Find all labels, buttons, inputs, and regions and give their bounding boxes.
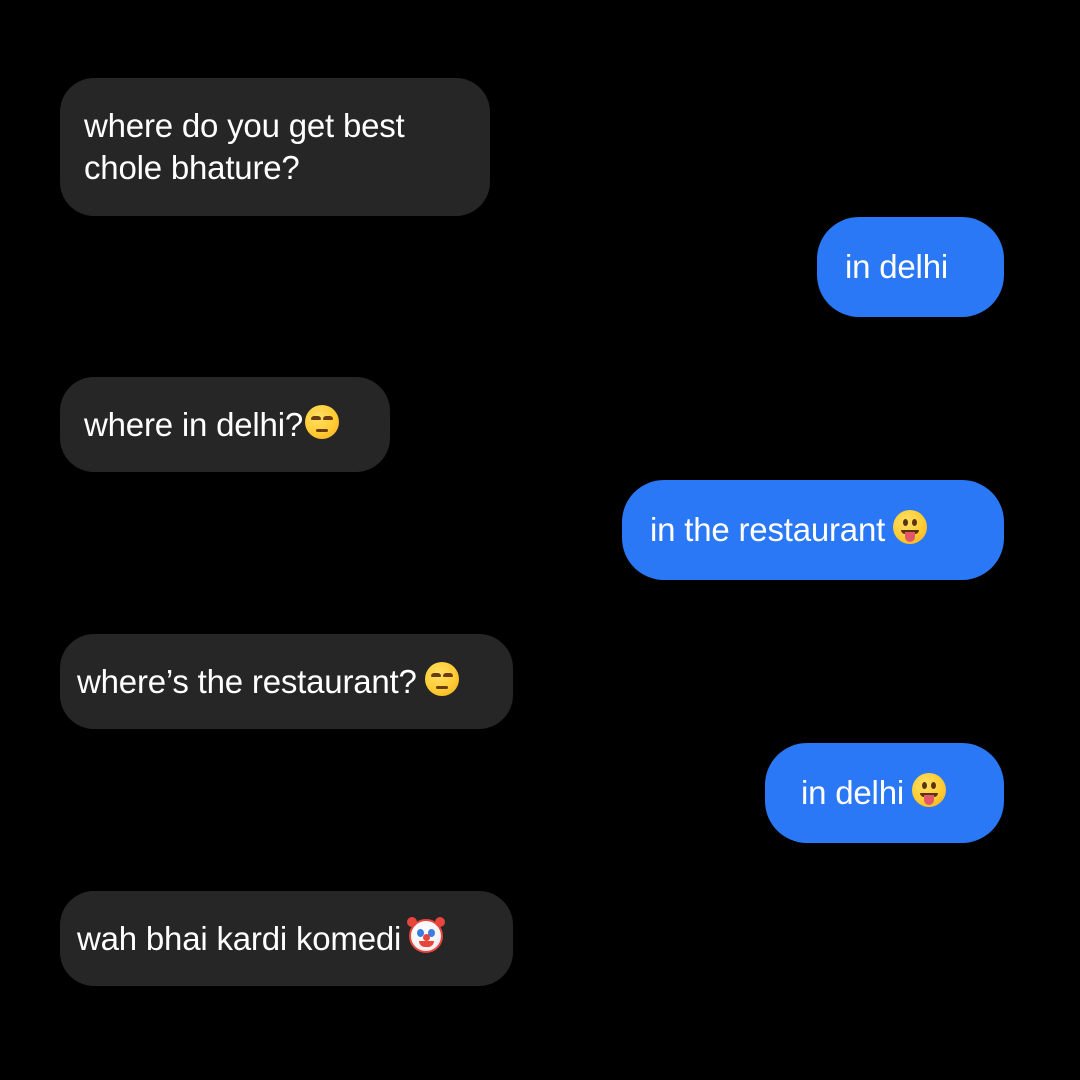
message-text: in delhi [845, 248, 948, 285]
message-text: in the restaurant [650, 511, 886, 548]
message-text: in delhi [801, 774, 904, 811]
message-bubble-sent[interactable]: in delhi [765, 743, 1004, 843]
unamused-face-icon [304, 404, 339, 439]
clown-face-icon [407, 916, 446, 953]
face-with-tongue-icon [893, 510, 928, 544]
unamused-face-icon [424, 661, 459, 696]
message-text: where in delhi? [84, 405, 303, 443]
message-text: where’s the restaurant? [77, 662, 417, 700]
message-bubble-received[interactable]: where in delhi? [60, 377, 390, 472]
message-text: wah bhai kardi komedi [77, 919, 402, 957]
message-bubble-received[interactable]: wah bhai kardi komedi [60, 891, 513, 986]
message-text: where do you get best chole bhature? [84, 107, 405, 186]
message-bubble-received[interactable]: where do you get best chole bhature? [60, 78, 490, 216]
message-bubble-received[interactable]: where’s the restaurant? [60, 634, 513, 729]
message-bubble-sent[interactable]: in the restaurant [622, 480, 1004, 580]
face-with-tongue-icon [911, 773, 946, 807]
message-bubble-sent[interactable]: in delhi [817, 217, 1004, 317]
